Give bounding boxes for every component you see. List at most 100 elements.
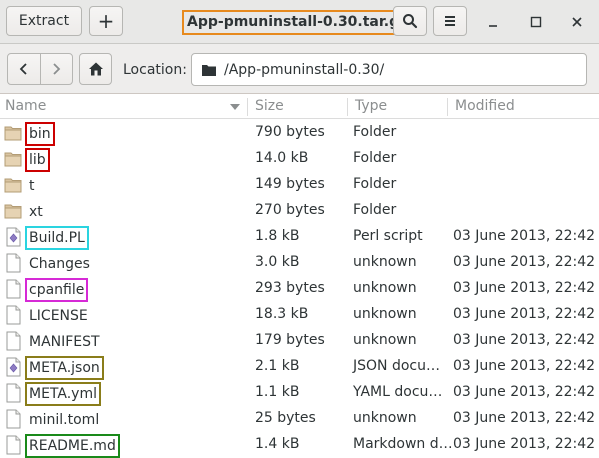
hamburger-menu-icon xyxy=(445,16,455,26)
column-headers: Name Size Type Modified xyxy=(0,94,599,119)
file-modified: 03 June 2013, 22:42 xyxy=(453,436,596,452)
file-name: lib xyxy=(25,148,50,172)
column-header-size[interactable]: Size xyxy=(255,98,284,114)
search-button[interactable] xyxy=(393,6,427,36)
script-file-icon xyxy=(4,227,22,247)
file-size: 1.8 kB xyxy=(255,228,300,244)
file-type: unknown xyxy=(353,254,417,270)
script-file-icon xyxy=(4,357,22,377)
file-size: 3.0 kB xyxy=(255,254,300,270)
file-type: Folder xyxy=(353,124,397,140)
chevron-left-icon xyxy=(19,63,27,75)
window-title: App-pmuninstall-0.30.tar.gz xyxy=(182,10,413,35)
file-modified: 03 June 2013, 22:42 xyxy=(453,384,596,400)
file-modified: 03 June 2013, 22:42 xyxy=(453,254,596,270)
close-button[interactable] xyxy=(566,11,588,33)
file-size: 1.4 kB xyxy=(255,436,300,452)
file-row[interactable]: minil.toml 25 bytes unknown 03 June 2013, 2… xyxy=(0,406,599,432)
file-name: README.md xyxy=(25,434,120,458)
file-row[interactable]: Changes 3.0 kB unknown 03 June 2013, 22:42 xyxy=(0,250,599,276)
file-name: t xyxy=(29,178,35,194)
folder-icon xyxy=(4,149,22,169)
file-name: xt xyxy=(29,204,43,220)
file-row[interactable]: META.json 2.1 kB JSON docu… 03 June 2013, 2… xyxy=(0,354,599,380)
forward-button[interactable] xyxy=(39,54,72,84)
file-name: META.json xyxy=(25,356,104,380)
text-file-icon xyxy=(4,279,22,299)
file-type: unknown xyxy=(353,410,417,426)
file-row[interactable]: README.md 1.4 kB Markdown d… 03 June 2013, … xyxy=(0,432,599,458)
file-type: YAML docu… xyxy=(353,384,443,400)
minimize-icon xyxy=(489,25,497,27)
file-modified: 03 June 2013, 22:42 xyxy=(453,228,596,244)
file-size: 14.0 kB xyxy=(255,150,309,166)
location-path-field[interactable]: /App-pmuninstall-0.30/ xyxy=(191,53,587,86)
file-row[interactable]: bin 790 bytes Folder xyxy=(0,120,599,146)
extract-button[interactable]: Extract xyxy=(6,6,82,36)
text-file-icon xyxy=(4,409,22,429)
text-file-icon xyxy=(4,253,22,273)
file-type: JSON docu… xyxy=(353,358,440,374)
file-type: Folder xyxy=(353,202,397,218)
file-type: Folder xyxy=(353,150,397,166)
close-icon xyxy=(572,17,582,27)
file-type: unknown xyxy=(353,306,417,322)
file-type: unknown xyxy=(353,280,417,296)
file-modified: 03 June 2013, 22:42 xyxy=(453,358,596,374)
column-divider[interactable] xyxy=(347,98,348,116)
navigation-buttons xyxy=(7,53,73,85)
location-path: /App-pmuninstall-0.30/ xyxy=(224,61,385,78)
file-size: 18.3 kB xyxy=(255,306,309,322)
file-row[interactable]: META.yml 1.1 kB YAML docu… 03 June 2013, 22… xyxy=(0,380,599,406)
file-row[interactable]: lib 14.0 kB Folder xyxy=(0,146,599,172)
folder-icon xyxy=(202,64,216,76)
file-size: 149 bytes xyxy=(255,176,325,192)
file-name: bin xyxy=(25,122,55,146)
file-row[interactable]: MANIFEST 179 bytes unknown 03 June 2013, 22… xyxy=(0,328,599,354)
file-name: LICENSE xyxy=(29,308,88,324)
search-icon xyxy=(403,14,418,29)
file-size: 1.1 kB xyxy=(255,384,300,400)
file-row[interactable]: LICENSE 18.3 kB unknown 03 June 2013, 22:42 xyxy=(0,302,599,328)
file-size: 790 bytes xyxy=(255,124,325,140)
file-size: 25 bytes xyxy=(255,410,316,426)
file-modified: 03 June 2013, 22:42 xyxy=(453,280,596,296)
menu-button[interactable] xyxy=(433,6,467,36)
file-modified: 03 June 2013, 22:42 xyxy=(453,410,596,426)
maximize-icon xyxy=(530,16,542,28)
sort-descending-icon xyxy=(230,104,240,110)
column-header-name[interactable]: Name xyxy=(5,98,46,114)
file-size: 2.1 kB xyxy=(255,358,300,374)
file-name: MANIFEST xyxy=(29,334,100,350)
header-bar: Extract + App-pmuninstall-0.30.tar.gz xyxy=(0,0,599,44)
file-row[interactable]: cpanfile 293 bytes unknown 03 June 2013, 22… xyxy=(0,276,599,302)
column-header-modified[interactable]: Modified xyxy=(455,98,515,114)
folder-icon xyxy=(4,175,22,195)
file-row[interactable]: t 149 bytes Folder xyxy=(0,172,599,198)
text-file-icon xyxy=(4,305,22,325)
file-type: unknown xyxy=(353,332,417,348)
file-size: 179 bytes xyxy=(255,332,325,348)
column-divider[interactable] xyxy=(447,98,448,116)
location-bar: Location: /App-pmuninstall-0.30/ xyxy=(0,44,599,94)
file-modified: 03 June 2013, 22:42 xyxy=(453,332,596,348)
column-divider[interactable] xyxy=(247,98,248,116)
home-button[interactable] xyxy=(79,53,112,85)
home-icon xyxy=(88,62,103,76)
folder-icon xyxy=(4,201,22,221)
file-type: Perl script xyxy=(353,228,423,244)
text-file-icon xyxy=(4,435,22,455)
file-row[interactable]: xt 270 bytes Folder xyxy=(0,198,599,224)
file-row[interactable]: Build.PL 1.8 kB Perl script 03 June 2013, 2… xyxy=(0,224,599,250)
location-label: Location: xyxy=(123,62,187,78)
maximize-button[interactable] xyxy=(525,11,547,33)
file-type: Markdown d… xyxy=(353,436,453,452)
add-files-button[interactable]: + xyxy=(89,6,123,36)
file-name: cpanfile xyxy=(25,278,89,302)
text-file-icon xyxy=(4,331,22,351)
back-button[interactable] xyxy=(8,54,40,84)
file-name: minil.toml xyxy=(29,412,100,428)
file-type: Folder xyxy=(353,176,397,192)
column-header-type[interactable]: Type xyxy=(355,98,387,114)
minimize-button[interactable] xyxy=(482,11,504,33)
